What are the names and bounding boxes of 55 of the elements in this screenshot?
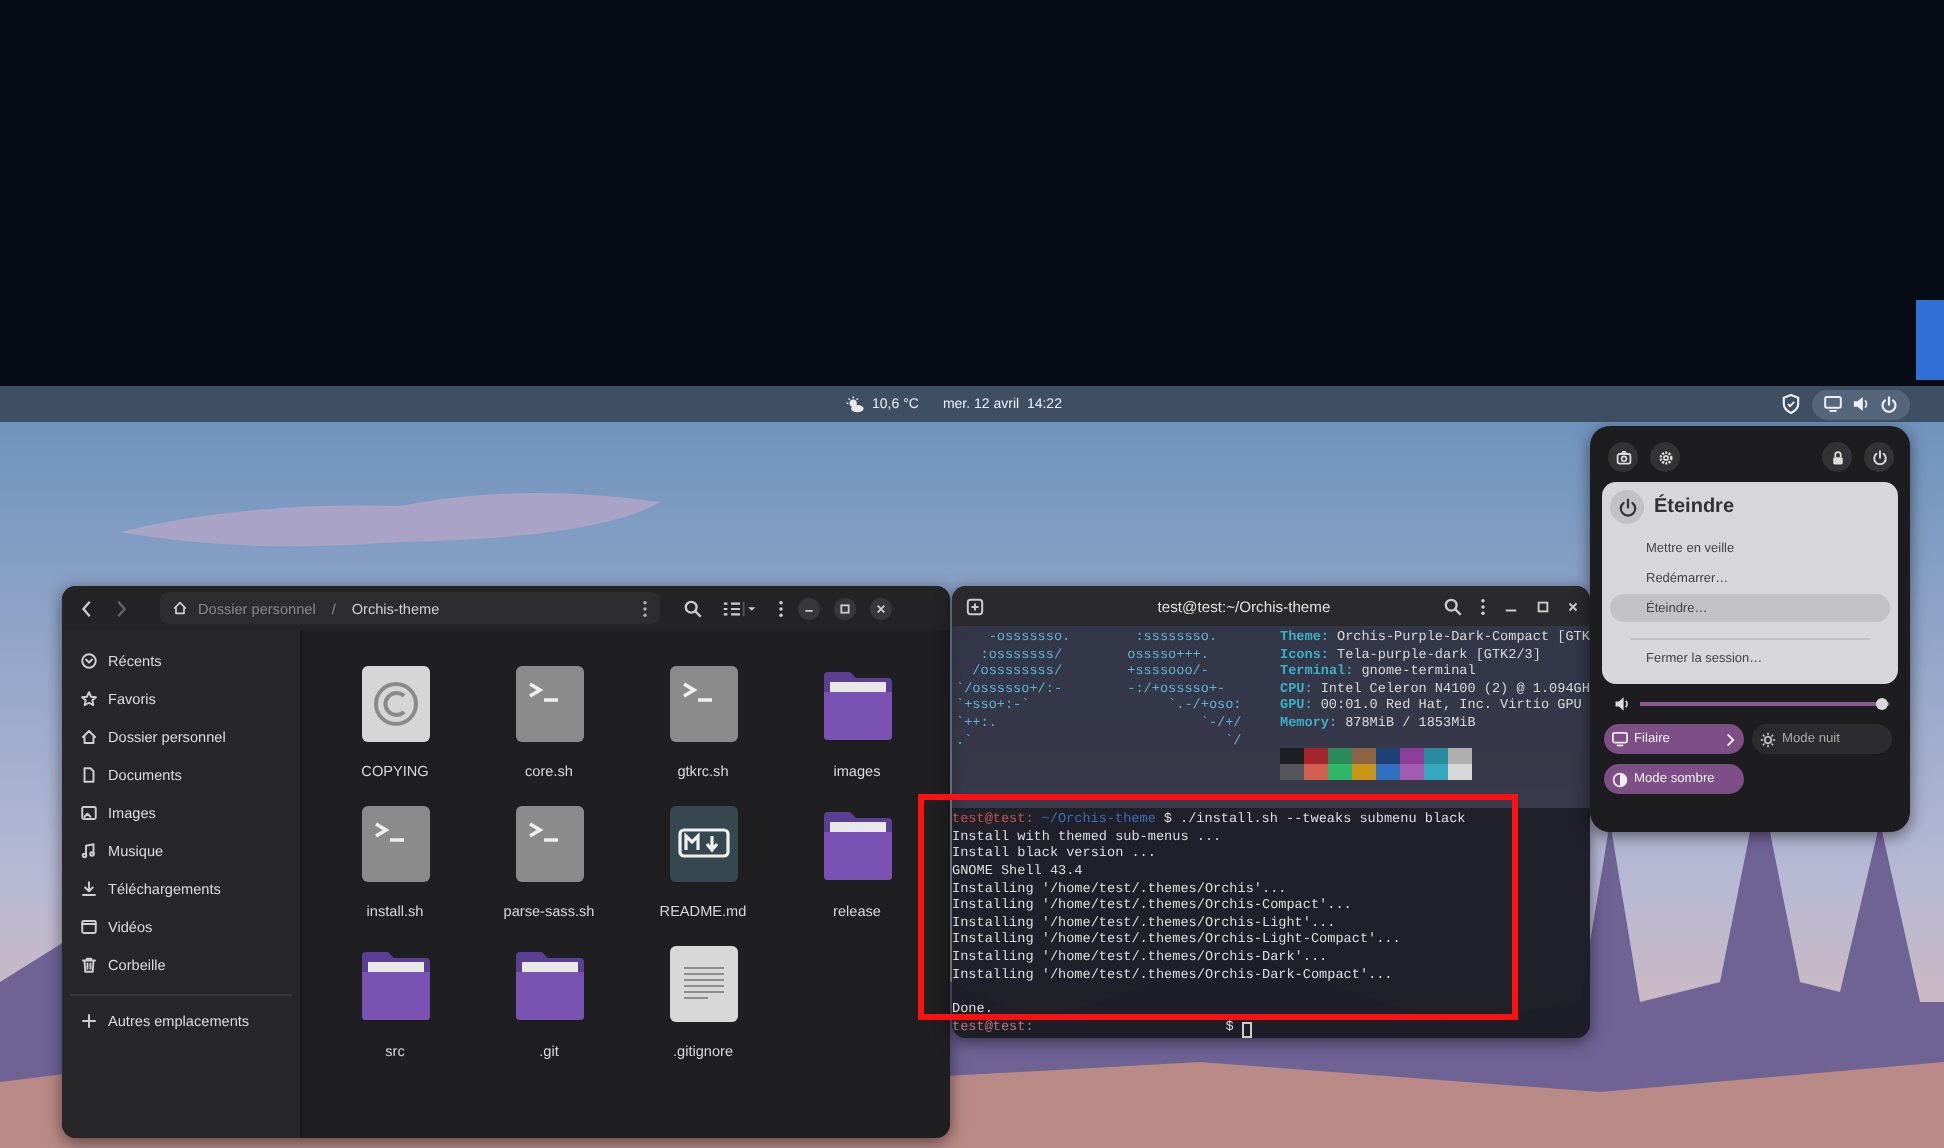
document-icon: [80, 766, 98, 784]
menu-icon[interactable]: [1480, 597, 1486, 615]
home-icon: [172, 600, 188, 616]
plus-icon: [80, 1012, 98, 1030]
terminal-file-icon: [359, 804, 431, 884]
download-icon: [80, 880, 98, 898]
monitor-icon: [1824, 396, 1842, 412]
more-icon[interactable]: [642, 599, 648, 617]
trash-icon: [80, 956, 98, 974]
minimize-icon[interactable]: [798, 597, 820, 619]
forward-icon[interactable]: [114, 599, 128, 617]
camera-button[interactable]: [1608, 442, 1638, 472]
music-icon: [80, 842, 98, 860]
lock-icon: [1829, 449, 1845, 465]
speaker-icon: [1614, 696, 1630, 712]
text-cursor: [1241, 1021, 1252, 1038]
text-file-icon: [667, 944, 739, 1024]
back-icon[interactable]: [80, 599, 94, 617]
search-icon[interactable]: [684, 599, 702, 617]
weather-icon: [846, 395, 864, 413]
film-icon: [80, 918, 98, 936]
power-icon: [1871, 449, 1887, 465]
search-icon[interactable]: [1444, 597, 1462, 615]
settings-button[interactable]: [1650, 442, 1680, 472]
new-tab-icon[interactable]: [966, 597, 984, 615]
star-icon: [80, 690, 98, 708]
list-view-icon[interactable]: [722, 599, 758, 617]
sun-icon: [1760, 731, 1776, 747]
settings-icon: [1657, 449, 1673, 465]
terminal-file-icon: [513, 664, 585, 744]
maximize-icon[interactable]: [834, 597, 856, 619]
home-icon: [80, 728, 98, 746]
contrast-icon: [1612, 771, 1628, 787]
menu-title: Éteindre: [1654, 496, 1735, 518]
monitor-icon: [1612, 731, 1628, 747]
terminal-file-icon: [513, 804, 585, 884]
markdown-file-icon: [667, 804, 739, 884]
clock-icon: [80, 652, 98, 670]
power-icon: [1880, 395, 1898, 413]
menu-icon[interactable]: [778, 599, 784, 617]
license-icon: [359, 664, 431, 744]
system-status-button[interactable]: [1812, 389, 1910, 419]
lock-button[interactable]: [1822, 442, 1852, 472]
maximize-icon[interactable]: [1536, 599, 1550, 613]
chevron-icon[interactable]: [1724, 731, 1736, 747]
slider-thumb[interactable]: [1876, 698, 1889, 710]
close-icon[interactable]: [870, 597, 892, 619]
terminal-file-icon: [667, 664, 739, 744]
shield-icon[interactable]: [1782, 394, 1800, 414]
power-button[interactable]: [1864, 442, 1894, 472]
power-icon: [1617, 497, 1637, 517]
camera-icon: [1615, 449, 1631, 465]
close-icon[interactable]: [1568, 599, 1578, 613]
speaker-icon: [1852, 396, 1870, 412]
image-icon: [80, 804, 98, 822]
